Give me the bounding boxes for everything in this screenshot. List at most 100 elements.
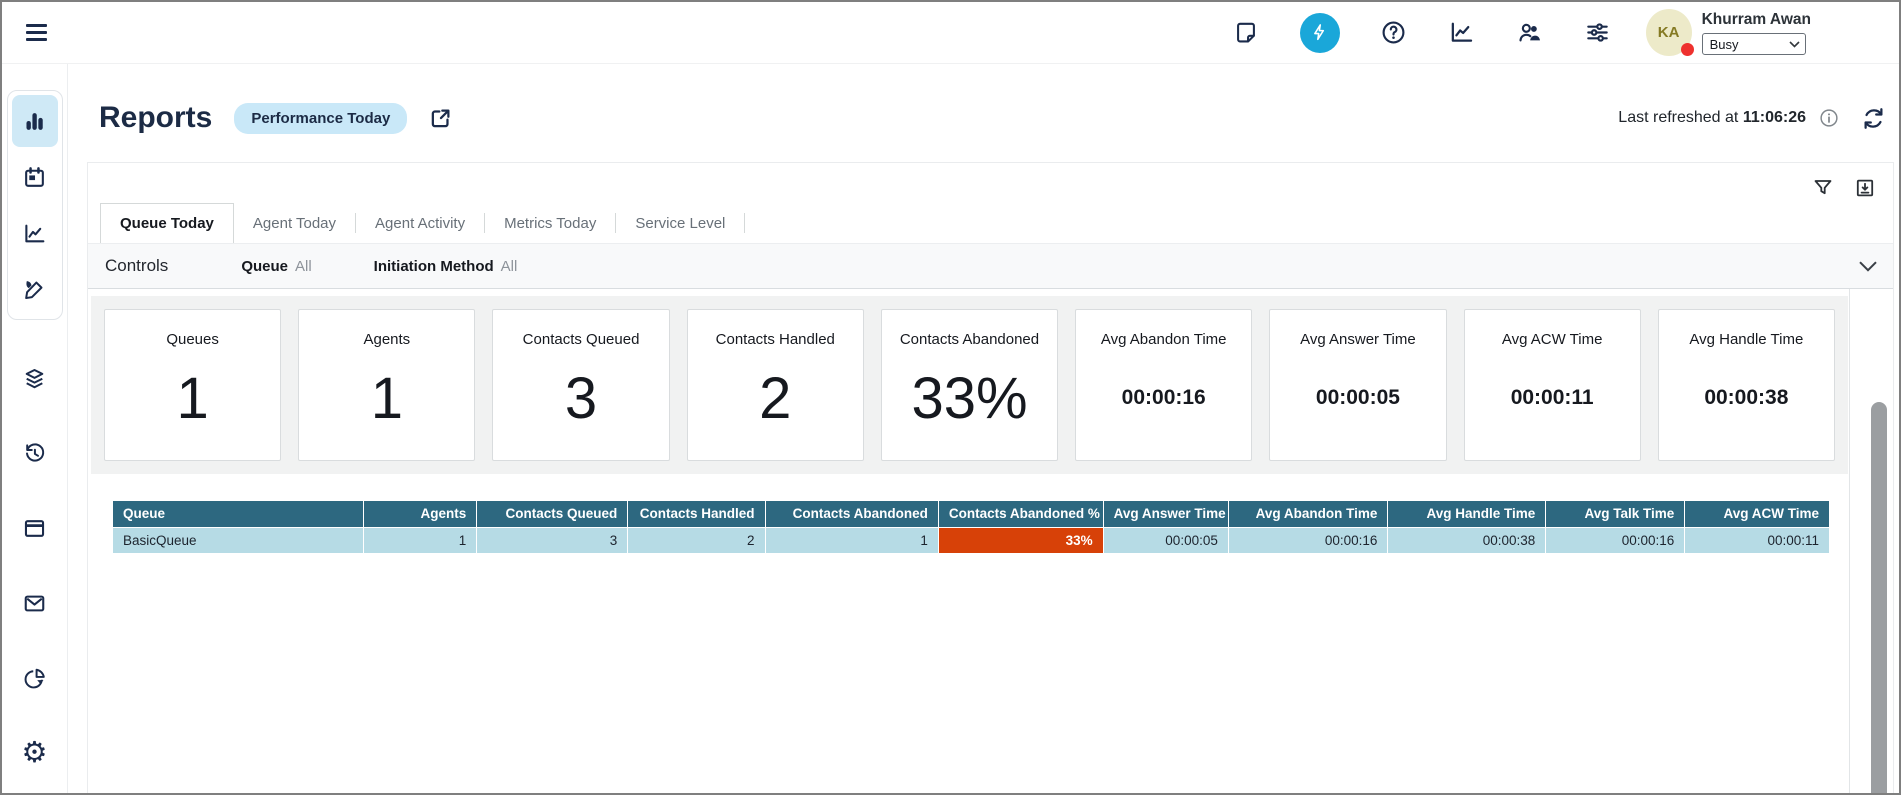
layers-icon [22,366,47,391]
sidebar-item-settings[interactable]: ⚙ [22,741,48,766]
users-icon[interactable] [1516,19,1544,47]
scrollbar[interactable] [1863,289,1893,793]
notepad-icon[interactable] [1232,19,1260,47]
filter-icon[interactable] [1811,176,1835,200]
column-header-queue[interactable]: Queue [113,501,364,528]
status-value: Busy [1710,37,1739,52]
report-panel: Queue Today Agent Today Agent Activity M… [87,162,1894,793]
kpi-card-avg-abandon-time: Avg Abandon Time 00:00:16 [1075,309,1252,461]
tab-metrics-today[interactable]: Metrics Today [485,203,615,243]
cell-contacts-abandoned: 1 [765,528,938,554]
kpi-card-agents: Agents 1 [298,309,475,461]
chevron-down-icon [1789,41,1800,48]
history-icon [22,441,47,466]
report-badge: Performance Today [234,103,407,134]
column-header-contacts-queued[interactable]: Contacts Queued [477,501,628,528]
help-icon[interactable] [1380,19,1408,47]
settings-icon: ⚙ [22,737,48,769]
avatar[interactable]: KA [1646,9,1692,56]
kpi-card-avg-handle-time: Avg Handle Time 00:00:38 [1658,309,1835,461]
filter-initiation-method[interactable]: Initiation MethodAll [374,258,518,275]
scrollbar-thumb[interactable] [1871,402,1887,793]
top-navigation-bar: KA Khurram Awan Busy [2,2,1899,64]
kpi-card-contacts-queued: Contacts Queued 3 [492,309,669,461]
controls-bar: Controls QueueAll Initiation MethodAll [88,243,1893,289]
external-link-icon[interactable] [427,105,454,132]
tab-queue-today[interactable]: Queue Today [100,203,234,243]
sidebar: ⚙ [2,64,68,793]
column-header-avg-answer-time[interactable]: Avg Answer Time [1103,501,1228,528]
sidebar-secondary-group: ⚙ [22,366,48,766]
sidebar-item-realtime-metrics[interactable] [12,95,58,147]
last-refreshed-text: Last refreshed at 11:06:26 [1618,109,1806,127]
page-title: Reports [99,101,212,135]
cell-avg-abandon-time: 00:00:16 [1228,528,1388,554]
kpi-cards: Queues 1 Agents 1 Contacts Queued 3 [91,296,1848,474]
kpi-card-queues: Queues 1 [104,309,281,461]
kpi-card-avg-answer-time: Avg Answer Time 00:00:05 [1269,309,1446,461]
user-name: Khurram Awan [1702,9,1811,29]
cell-avg-answer-time: 00:00:05 [1103,528,1228,554]
kpi-card-contacts-handled: Contacts Handled 2 [687,309,864,461]
design-icon [22,277,47,302]
cell-contacts-abandoned-pct: 33% [938,528,1103,554]
status-select[interactable]: Busy [1702,33,1806,55]
app-window: KA Khurram Awan Busy [0,0,1901,795]
window-icon [22,516,47,541]
sidebar-item-design[interactable] [12,263,58,315]
sidebar-item-history[interactable] [22,441,47,466]
info-icon[interactable] [1818,107,1840,129]
column-header-avg-abandon-time[interactable]: Avg Abandon Time [1228,501,1388,528]
sidebar-item-window[interactable] [22,516,47,541]
bar-chart-icon [22,109,47,134]
cell-agents: 1 [364,528,477,554]
pie-chart-icon [22,666,47,691]
column-header-avg-acw-time[interactable]: Avg ACW Time [1685,501,1829,528]
tab-divider [744,213,745,233]
sidebar-item-pie-report[interactable] [22,666,47,691]
column-header-contacts-abandoned-pct[interactable]: Contacts Abandoned % [938,501,1103,528]
cell-avg-handle-time: 00:00:38 [1388,528,1546,554]
sidebar-item-historical-metrics[interactable] [12,207,58,259]
sliders-icon[interactable] [1584,19,1612,47]
status-dot [1681,43,1694,56]
kpi-card-avg-acw-time: Avg ACW Time 00:00:11 [1464,309,1641,461]
chevron-down-icon[interactable] [1859,261,1877,272]
report-tabs: Queue Today Agent Today Agent Activity M… [88,203,1893,243]
column-header-avg-handle-time[interactable]: Avg Handle Time [1388,501,1546,528]
column-header-avg-talk-time[interactable]: Avg Talk Time [1546,501,1685,528]
sidebar-item-mail[interactable] [22,591,47,616]
tab-agent-activity[interactable]: Agent Activity [356,203,484,243]
tab-service-level[interactable]: Service Level [616,203,744,243]
menu-icon[interactable] [26,24,47,41]
controls-label: Controls [105,256,168,276]
user-profile: KA Khurram Awan Busy [1646,9,1811,56]
line-chart-icon [22,221,47,246]
metrics-icon[interactable] [1448,19,1476,47]
table-header-row: Queue Agents Contacts Queued Contacts Ha… [113,501,1829,528]
cell-avg-talk-time: 00:00:16 [1546,528,1685,554]
calendar-icon [22,165,47,190]
tab-agent-today[interactable]: Agent Today [234,203,355,243]
panel-tools [88,163,1893,201]
cell-avg-acw-time: 00:00:11 [1685,528,1829,554]
cell-contacts-queued: 3 [477,528,628,554]
table-row[interactable]: BasicQueue 1 3 2 1 33% 00:00:05 00:00:16 [113,528,1829,554]
sidebar-item-calendar[interactable] [12,151,58,203]
page-header: Reports Performance Today Last refreshed… [68,64,1899,162]
sidebar-item-layers[interactable] [22,366,47,391]
column-header-agents[interactable]: Agents [364,501,477,528]
filter-queue[interactable]: QueueAll [241,258,311,275]
sidebar-primary-group [7,90,63,320]
flash-icon[interactable] [1300,13,1340,53]
cell-queue: BasicQueue [113,528,364,554]
column-header-contacts-abandoned[interactable]: Contacts Abandoned [765,501,938,528]
report-content: Queues 1 Agents 1 Contacts Queued 3 [88,289,1893,793]
download-icon[interactable] [1853,176,1877,200]
topbar-right: KA Khurram Awan Busy [1232,9,1899,56]
mail-icon [22,591,47,616]
kpi-card-contacts-abandoned: Contacts Abandoned 33% [881,309,1058,461]
refresh-icon[interactable] [1860,105,1887,132]
avatar-initials: KA [1658,24,1680,41]
column-header-contacts-handled[interactable]: Contacts Handled [628,501,765,528]
